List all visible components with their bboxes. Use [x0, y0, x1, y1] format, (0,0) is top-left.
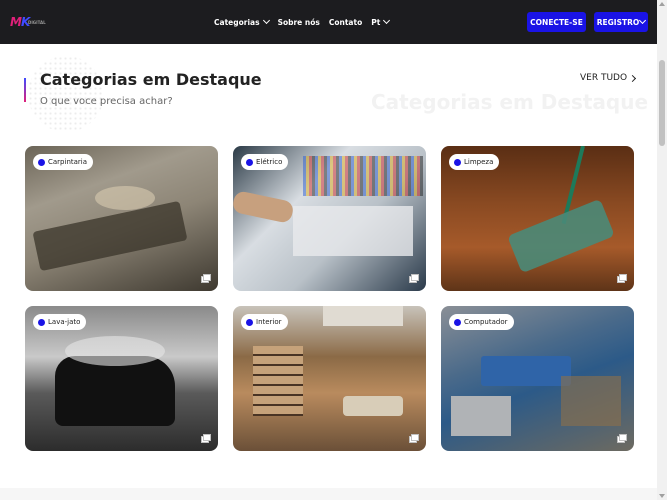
nav-contato[interactable]: Contato — [329, 18, 362, 27]
top-navbar: MK DIGITAL Categorias Sobre nós Contato … — [0, 0, 657, 44]
dot-icon — [454, 158, 461, 166]
chevron-down-icon — [383, 16, 391, 25]
gallery-icon — [617, 434, 627, 443]
category-badge: Computador — [449, 314, 514, 330]
category-badge: Lava-jato — [33, 314, 87, 330]
main-nav: Categorias Sobre nós Contato Pt — [214, 0, 398, 44]
gallery-icon — [201, 434, 211, 443]
dot-icon — [38, 158, 45, 166]
category-card-eletrico[interactable]: Elétrico — [233, 146, 426, 291]
category-card-carpintaria[interactable]: Carpintaria — [25, 146, 218, 291]
category-badge: Limpeza — [449, 154, 500, 170]
page-scrollbar[interactable] — [657, 0, 667, 500]
chevron-right-icon — [629, 74, 637, 82]
dots-decoration — [28, 56, 104, 132]
chevron-down-icon — [262, 16, 270, 25]
category-card-interior[interactable]: Interior — [233, 306, 426, 451]
category-card-limpeza[interactable]: Limpeza — [441, 146, 634, 291]
gallery-icon — [409, 274, 419, 283]
category-card-computador[interactable]: Computador — [441, 306, 634, 451]
nav-language[interactable]: Pt — [371, 16, 391, 27]
section-subtitle: O que voce precisa achar? — [40, 96, 173, 107]
gallery-icon — [201, 274, 211, 283]
next-section-strip — [0, 488, 657, 500]
login-button[interactable]: CONECTE-SE — [527, 12, 586, 32]
see-all-link[interactable]: VER TUDO — [580, 73, 637, 83]
gallery-icon — [617, 274, 627, 283]
title-accent-bar — [24, 78, 26, 102]
dot-icon — [246, 158, 253, 166]
brand-logo[interactable]: MK DIGITAL — [10, 15, 50, 29]
dot-icon — [246, 318, 253, 326]
section-title: Categorias em Destaque — [40, 70, 262, 89]
category-badge: Carpintaria — [33, 154, 94, 170]
dot-icon — [38, 318, 45, 326]
scroll-thumb[interactable] — [659, 60, 665, 146]
category-badge: Elétrico — [241, 154, 289, 170]
section-watermark: Categorias em Destaque — [371, 90, 649, 114]
category-card-lava-jato[interactable]: Lava-jato — [25, 306, 218, 451]
gallery-icon — [409, 434, 419, 443]
scroll-down-icon[interactable] — [659, 494, 665, 498]
chevron-down-icon — [639, 16, 647, 25]
logo-mark: MK — [10, 15, 30, 29]
dot-icon — [454, 318, 461, 326]
register-button[interactable]: REGISTRO — [594, 12, 648, 32]
scroll-up-icon[interactable] — [659, 2, 665, 6]
nav-sobre[interactable]: Sobre nós — [278, 18, 320, 27]
logo-tagline: DIGITAL — [28, 20, 46, 25]
nav-categorias[interactable]: Categorias — [214, 16, 270, 27]
category-badge: Interior — [241, 314, 288, 330]
